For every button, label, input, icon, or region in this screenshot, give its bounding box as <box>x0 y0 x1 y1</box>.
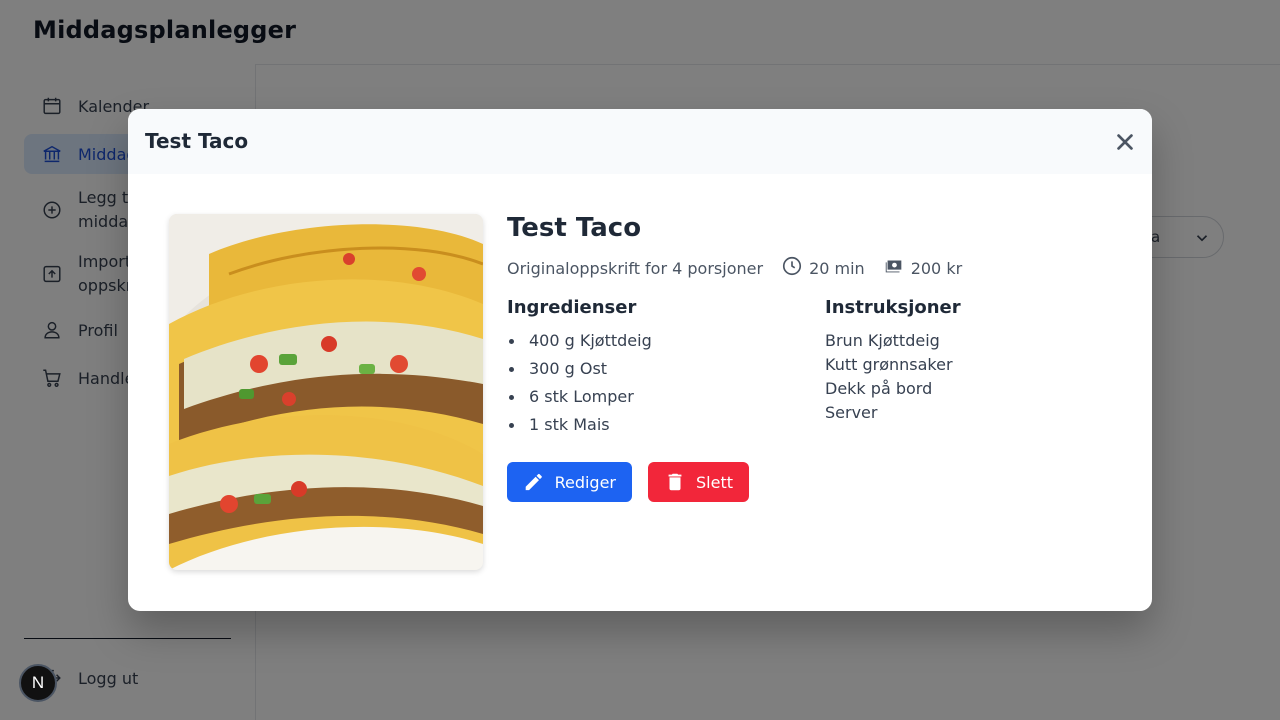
time-value: 20 min <box>809 258 865 278</box>
instructions-list: Brun Kjøttdeig Kutt grønnsaker Dekk på b… <box>825 330 953 426</box>
edit-button-label: Rediger <box>554 472 616 492</box>
list-item: 1 stk Mais <box>507 414 652 442</box>
edit-button[interactable]: Rediger <box>507 462 632 502</box>
modal-title: Test Taco <box>145 129 249 153</box>
close-icon <box>1117 134 1133 150</box>
list-item: 400 g Kjøttdeig <box>507 330 652 358</box>
list-item: Dekk på bord <box>825 379 933 398</box>
pencil-icon <box>525 473 542 491</box>
close-button[interactable] <box>1114 131 1136 153</box>
recipe-modal: Test Taco Test Taco Originaloppskrift fo… <box>128 109 1152 611</box>
recipe-meta: Originaloppskrift for 4 porsjoner 20 min… <box>507 255 962 281</box>
list-item: Kutt grønnsaker <box>825 355 953 374</box>
cost-info: 200 kr <box>883 255 962 281</box>
ingredients-heading: Ingredienser <box>507 297 637 318</box>
list-item: 6 stk Lomper <box>507 386 652 414</box>
recipe-title: Test Taco <box>507 213 642 243</box>
cost-value: 200 kr <box>910 258 963 278</box>
clock-icon <box>781 255 803 281</box>
list-item: 300 g Ost <box>507 358 652 386</box>
dev-badge[interactable]: N <box>19 664 57 702</box>
recipe-image <box>169 214 483 570</box>
delete-button-label: Slett <box>696 472 733 492</box>
instructions-heading: Instruksjoner <box>825 297 961 318</box>
list-item: Server <box>825 403 878 422</box>
servings-text: Originaloppskrift for 4 porsjoner <box>507 258 764 278</box>
ingredients-list: 400 g Kjøttdeig 300 g Ost 6 stk Lomper 1… <box>507 330 652 442</box>
delete-button[interactable]: Slett <box>648 462 749 502</box>
modal-header: Test Taco <box>128 109 1152 174</box>
trash-icon <box>668 473 682 491</box>
time-info: 20 min <box>781 255 865 281</box>
cash-icon <box>883 255 905 281</box>
list-item: Brun Kjøttdeig <box>825 331 940 350</box>
